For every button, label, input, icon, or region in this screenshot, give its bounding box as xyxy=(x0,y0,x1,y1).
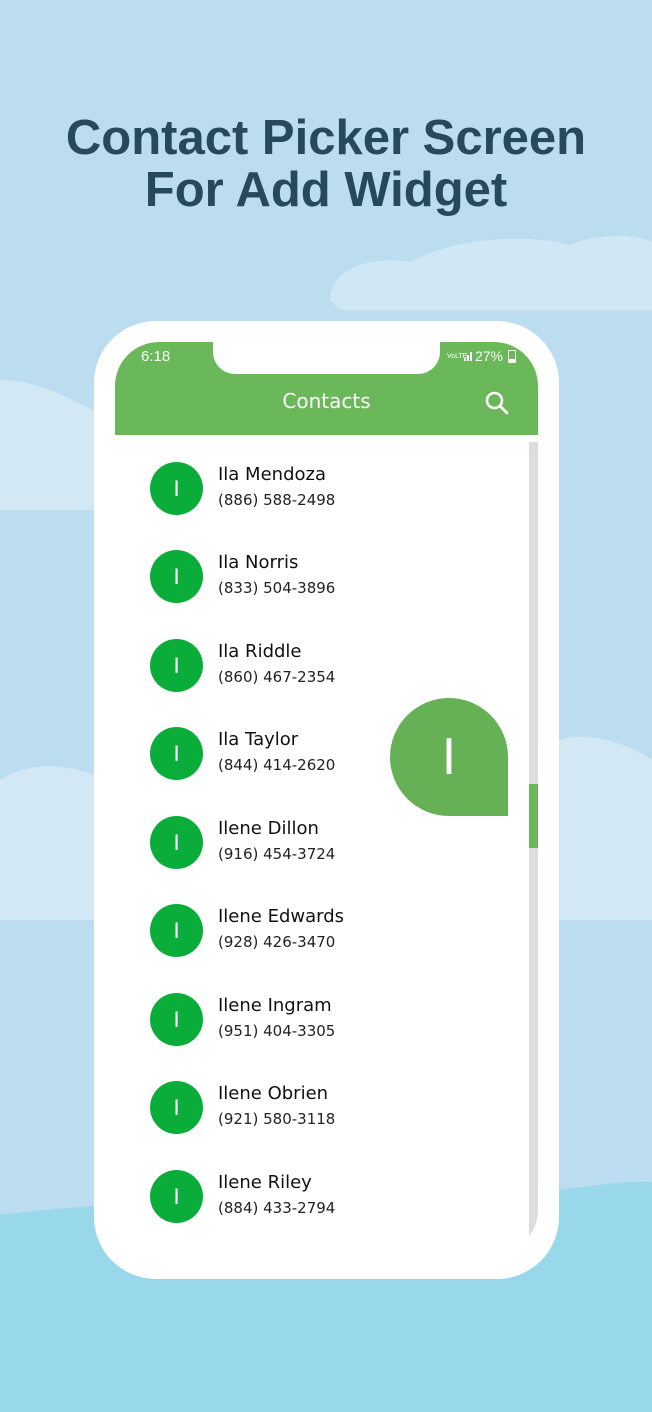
battery-percent: 27% xyxy=(474,348,503,364)
search-icon xyxy=(485,391,509,415)
contact-avatar: I xyxy=(150,639,203,692)
contact-item[interactable]: I Ila Riddle (860) 467-2354 xyxy=(115,612,525,700)
contact-phone: (916) 454-3724 xyxy=(218,845,336,863)
scrollbar-thumb[interactable] xyxy=(529,784,538,848)
contact-avatar: I xyxy=(150,1170,203,1223)
contact-item[interactable]: I Ilene Riley (884) 433-2794 xyxy=(115,1143,525,1231)
contact-phone: (928) 426-3470 xyxy=(218,933,336,951)
contact-phone: (886) 588-2498 xyxy=(218,491,336,509)
contact-name: Ilene Obrien xyxy=(218,1083,329,1104)
contact-name: Ilene Edwards xyxy=(218,906,345,927)
contact-phone: (860) 467-2354 xyxy=(218,668,336,686)
app-bar-title: Contacts xyxy=(282,389,371,413)
contact-avatar: I xyxy=(150,904,203,957)
battery-icon xyxy=(508,349,516,363)
contact-avatar: I xyxy=(150,816,203,869)
contact-avatar: I xyxy=(150,727,203,780)
signal-icon xyxy=(463,351,472,361)
contact-avatar: I xyxy=(150,993,203,1046)
contact-item[interactable]: I Ilene Edwards (928) 426-3470 xyxy=(115,877,525,965)
contact-phone: (833) 504-3896 xyxy=(218,579,336,597)
contact-phone: (884) 433-2794 xyxy=(218,1199,336,1217)
phone-frame: 6:18 VoLTE 27% Contacts I Ila Mendoza (8… xyxy=(94,321,559,1279)
contact-avatar: I xyxy=(150,550,203,603)
contact-name: Ilene Dillon xyxy=(218,818,319,839)
contact-list[interactable]: I Ila Mendoza (886) 588-2498 I Ila Norri… xyxy=(115,435,538,1254)
contact-name: Ila Norris xyxy=(218,552,299,573)
headline-line-2: For Add Widget xyxy=(144,163,508,217)
search-button[interactable] xyxy=(482,388,512,418)
contact-name: Ilene Riley xyxy=(218,1172,312,1193)
contact-item[interactable]: I Ila Norris (833) 504-3896 xyxy=(115,523,525,611)
contact-name: Ilene Ingram xyxy=(218,995,332,1016)
network-label: VoLTE xyxy=(446,352,468,360)
status-time: 6:18 xyxy=(141,348,171,365)
contact-phone: (921) 580-3118 xyxy=(218,1110,336,1128)
camera-notch xyxy=(213,342,440,374)
contact-item[interactable]: I Ila Mendoza (886) 588-2498 xyxy=(115,435,525,523)
app-bar: 6:18 VoLTE 27% Contacts xyxy=(115,342,538,435)
contact-name: Ila Taylor xyxy=(218,729,299,750)
phone-screen: 6:18 VoLTE 27% Contacts I Ila Mendoza (8… xyxy=(115,342,538,1254)
contact-name: Ila Riddle xyxy=(218,641,302,662)
contact-item[interactable]: I Ilene Ingram (951) 404-3305 xyxy=(115,966,525,1054)
contact-phone: (844) 414-2620 xyxy=(218,756,336,774)
contact-item[interactable]: I Ilene Obrien (921) 580-3118 xyxy=(115,1054,525,1142)
contact-name: Ila Mendoza xyxy=(218,464,326,485)
fast-scroll-bubble: I xyxy=(390,698,508,816)
status-indicators: VoLTE 27% xyxy=(447,348,516,364)
contact-phone: (951) 404-3305 xyxy=(218,1022,336,1040)
contact-avatar: I xyxy=(150,1081,203,1134)
headline-line-1: Contact Picker Screen xyxy=(65,111,587,165)
page-headline: Contact Picker Screen For Add Widget xyxy=(0,112,652,216)
contact-avatar: I xyxy=(150,462,203,515)
